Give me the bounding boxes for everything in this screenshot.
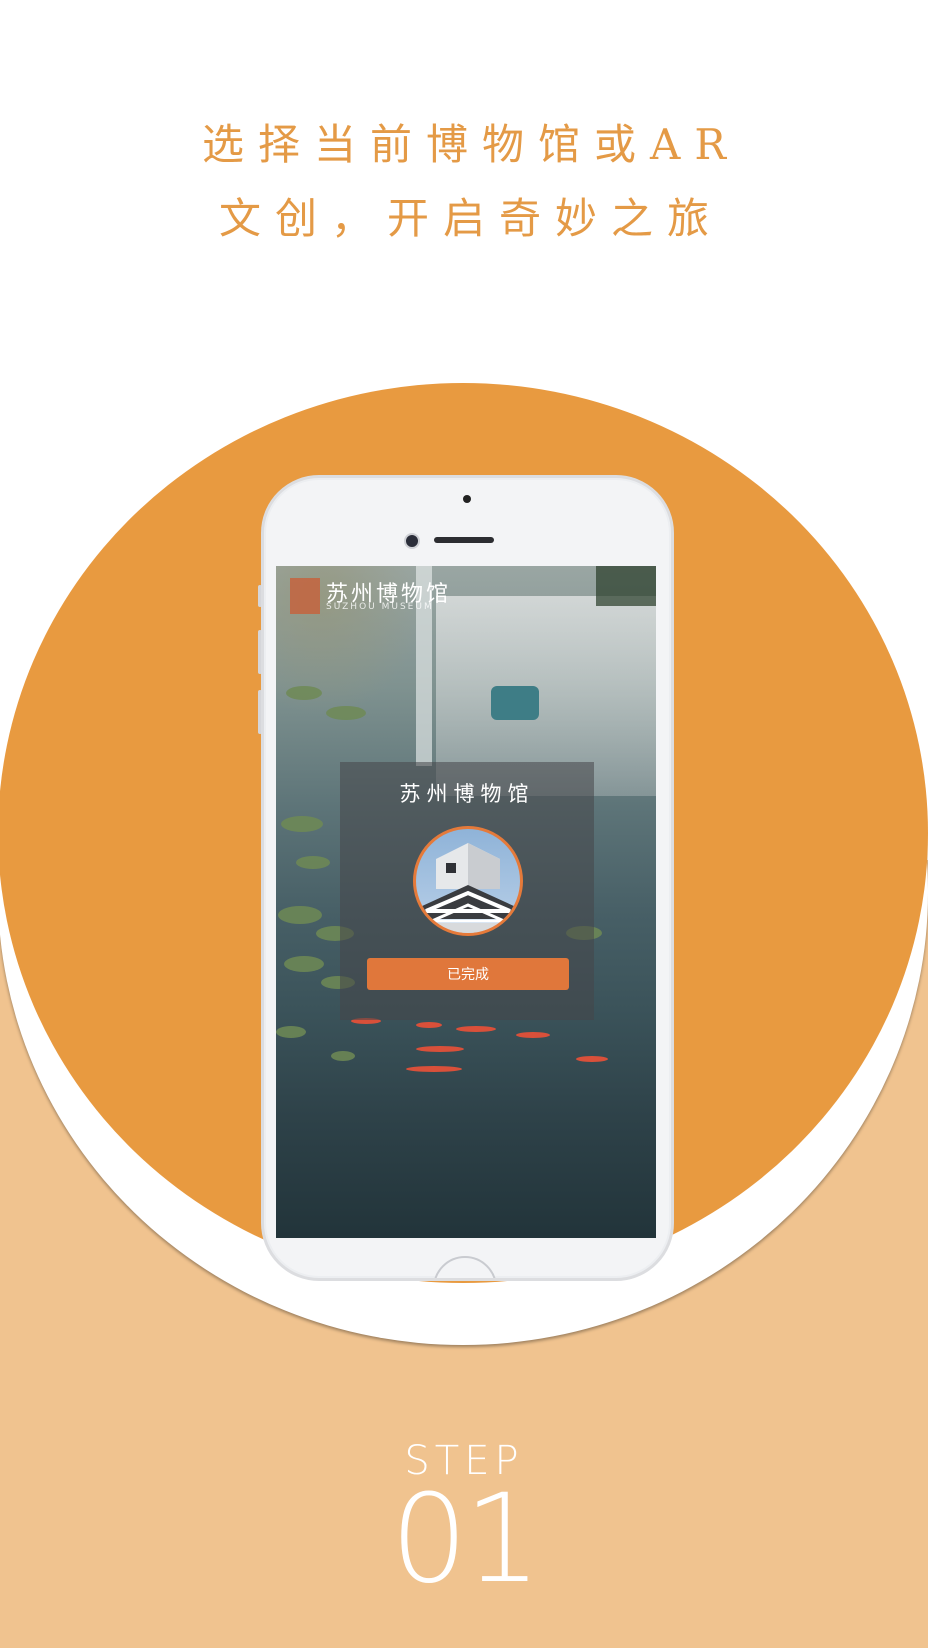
lily-pad [296,856,330,869]
museum-logo-subtitle: SUZHOU MUSEUM [326,602,434,612]
koi-fish [406,1066,462,1072]
headline-line-1: 选择当前博物馆或AR [202,120,740,169]
step-number: 01 [390,1468,541,1610]
museum-card[interactable]: 苏州博物馆 已完成 [340,762,594,1020]
headline: 选择当前博物馆或AR 文创，开启奇妙之旅 [0,108,928,256]
lily-pad [276,1026,306,1038]
lamp-reflection [491,686,539,720]
lily-pad [286,686,322,700]
koi-fish [516,1032,550,1038]
dark-tree-reflection [596,566,656,606]
done-button[interactable]: 已完成 [367,958,569,990]
koi-fish [456,1026,496,1032]
earpiece-speaker [434,537,494,543]
headline-line-2: 文创，开启奇妙之旅 [218,194,723,243]
front-camera [404,533,420,549]
app-screen: 苏州博物馆 SUZHOU MUSEUM 苏州博物馆 已完成 [276,566,656,1238]
lily-pad [281,816,323,832]
koi-fish [416,1046,464,1052]
home-button [433,1256,497,1278]
lily-pad [278,906,322,924]
lily-pad [331,1051,355,1061]
lily-pad [284,956,324,972]
lily-pad [326,706,366,720]
koi-fish [576,1056,608,1062]
phone-mockup: 苏州博物馆 SUZHOU MUSEUM 苏州博物馆 已完成 [261,475,674,1281]
museum-logo-seal [290,578,320,614]
proximity-sensor [463,495,471,503]
koi-fish [416,1022,442,1028]
museum-building-icon [416,843,520,933]
museum-building-image [413,826,523,936]
museum-card-title: 苏州博物馆 [399,782,535,806]
